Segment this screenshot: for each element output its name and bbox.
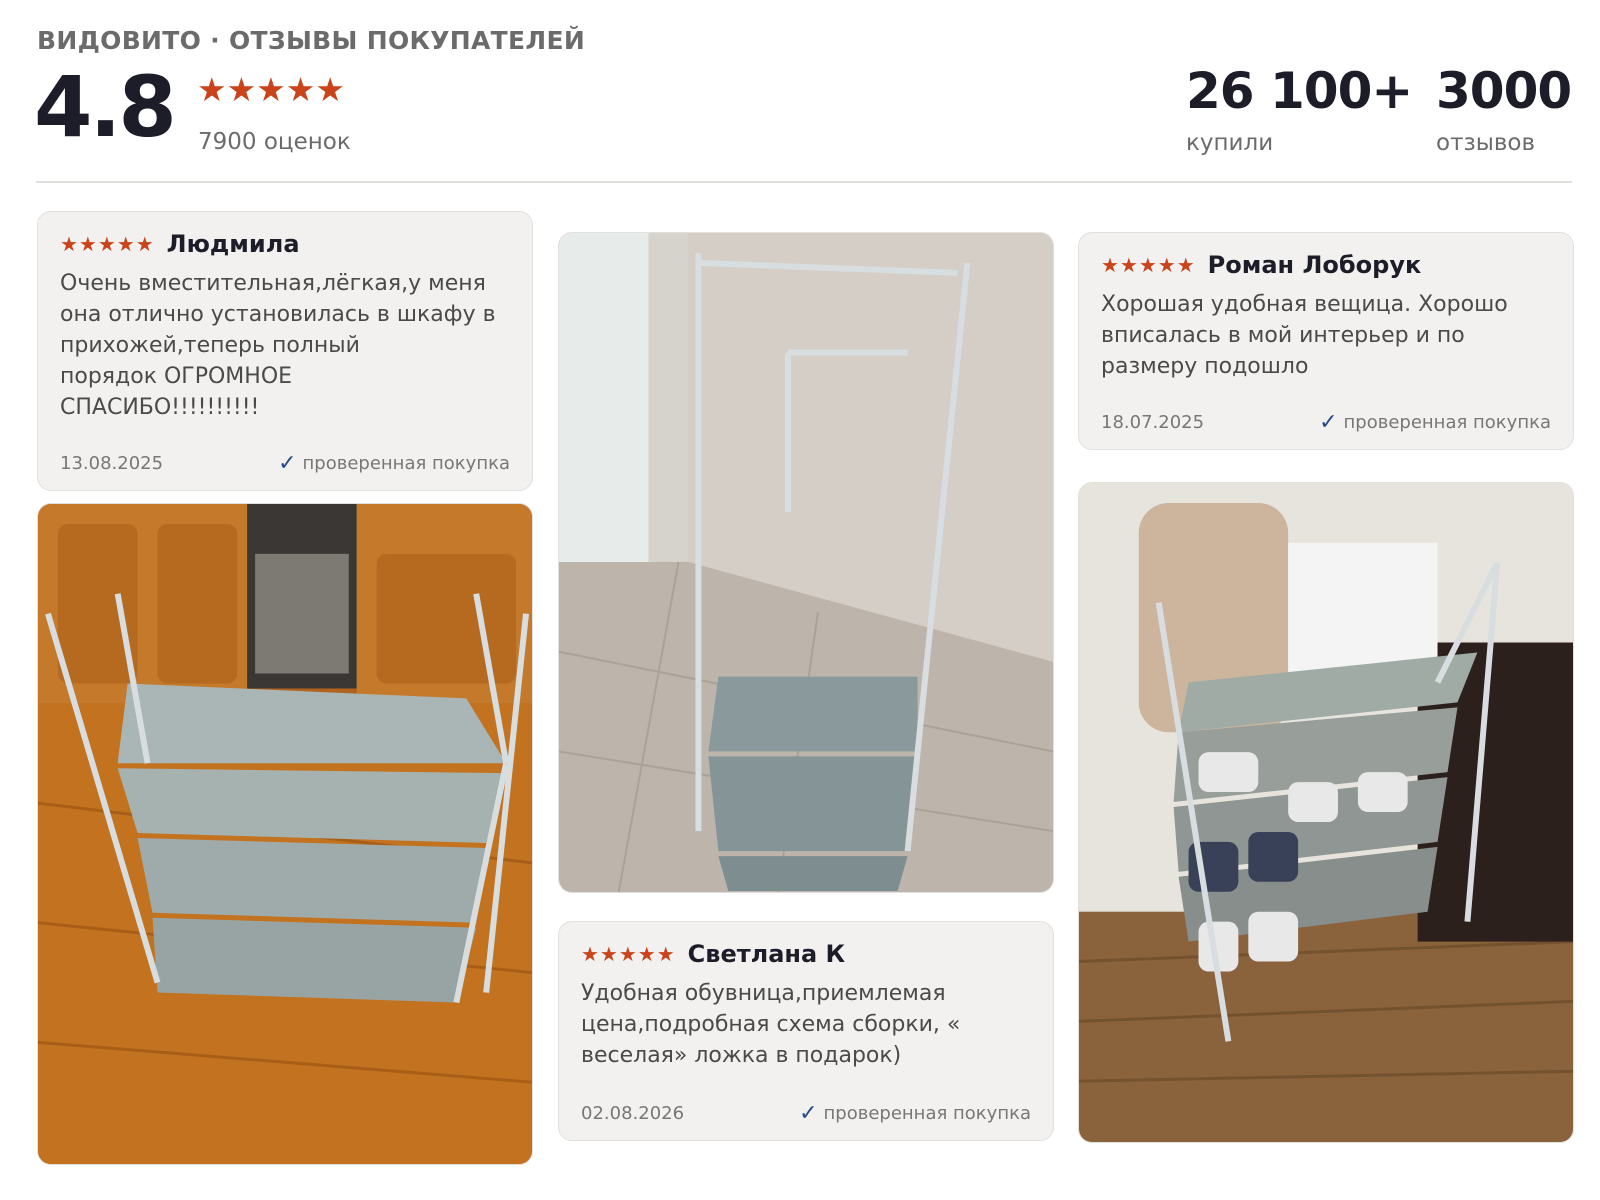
- stat-reviews: 3000 отзывов: [1436, 62, 1572, 156]
- review-date: 02.08.2026: [581, 1103, 685, 1124]
- review-footer: 02.08.2026 ✓ проверенная покупка: [581, 1101, 1031, 1126]
- header-divider: [36, 181, 1572, 183]
- verified-badge: ✓ проверенная покупка: [1319, 410, 1551, 435]
- ratings-count: 7900 оценок: [198, 129, 351, 155]
- verified-label: проверенная покупка: [1343, 412, 1551, 433]
- stat-buyers-label: купили: [1186, 130, 1274, 156]
- review-author: Людмила: [166, 230, 300, 258]
- shoe-rack-photo-icon: [1079, 483, 1573, 1142]
- shoe-rack-photo-icon: [38, 504, 532, 1164]
- review-photo[interactable]: [37, 503, 533, 1165]
- checkmark-icon: ✓: [278, 451, 297, 476]
- verified-badge: ✓ проверенная покупка: [278, 451, 510, 476]
- shoe-rack-photo-icon: [559, 233, 1053, 892]
- review-date: 13.08.2025: [60, 453, 164, 474]
- verified-badge: ✓ проверенная покупка: [799, 1101, 1031, 1126]
- stat-reviews-value: 3000: [1436, 62, 1572, 120]
- review-header: ★★★★★ Людмила: [60, 230, 510, 258]
- stat-buyers-value: 26 100+: [1186, 62, 1413, 120]
- average-stars: ★★★★★: [197, 70, 345, 109]
- review-text: Удобная обувница,приемлемая цена,подробн…: [581, 981, 961, 1068]
- review-stars: ★★★★★: [60, 232, 155, 256]
- review-header: ★★★★★ Роман Лоборук: [1101, 251, 1551, 279]
- review-text: Хорошая удобная вещица. Хорошо вписалась…: [1101, 292, 1508, 379]
- review-card[interactable]: ★★★★★ Людмила Очень вместительная,лёгкая…: [37, 211, 533, 491]
- review-author: Светлана К: [687, 940, 846, 968]
- review-footer: 18.07.2025 ✓ проверенная покупка: [1101, 410, 1551, 435]
- verified-label: проверенная покупка: [302, 453, 510, 474]
- review-card[interactable]: ★★★★★ Роман Лоборук Хорошая удобная вещи…: [1078, 232, 1574, 450]
- review-date: 18.07.2025: [1101, 412, 1205, 433]
- stat-reviews-label: отзывов: [1436, 130, 1536, 156]
- review-photo[interactable]: [1078, 482, 1574, 1143]
- checkmark-icon: ✓: [1319, 410, 1338, 435]
- section-title: ВИДОВИТО · ОТЗЫВЫ ПОКУПАТЕЛЕЙ: [37, 26, 586, 55]
- review-footer: 13.08.2025 ✓ проверенная покупка: [60, 451, 510, 476]
- stat-buyers: 26 100+ купили: [1186, 62, 1413, 156]
- verified-label: проверенная покупка: [823, 1103, 1031, 1124]
- checkmark-icon: ✓: [799, 1101, 818, 1126]
- review-author: Роман Лоборук: [1207, 251, 1422, 279]
- review-text: Очень вместительная,лёгкая,у меня она от…: [60, 271, 496, 420]
- review-header: ★★★★★ Светлана К: [581, 940, 1031, 968]
- review-stars: ★★★★★: [1101, 253, 1196, 277]
- review-card[interactable]: ★★★★★ Светлана К Удобная обувница,приемл…: [558, 921, 1054, 1141]
- average-rating: 4.8: [34, 58, 177, 156]
- review-photo[interactable]: [558, 232, 1054, 893]
- review-stars: ★★★★★: [581, 942, 676, 966]
